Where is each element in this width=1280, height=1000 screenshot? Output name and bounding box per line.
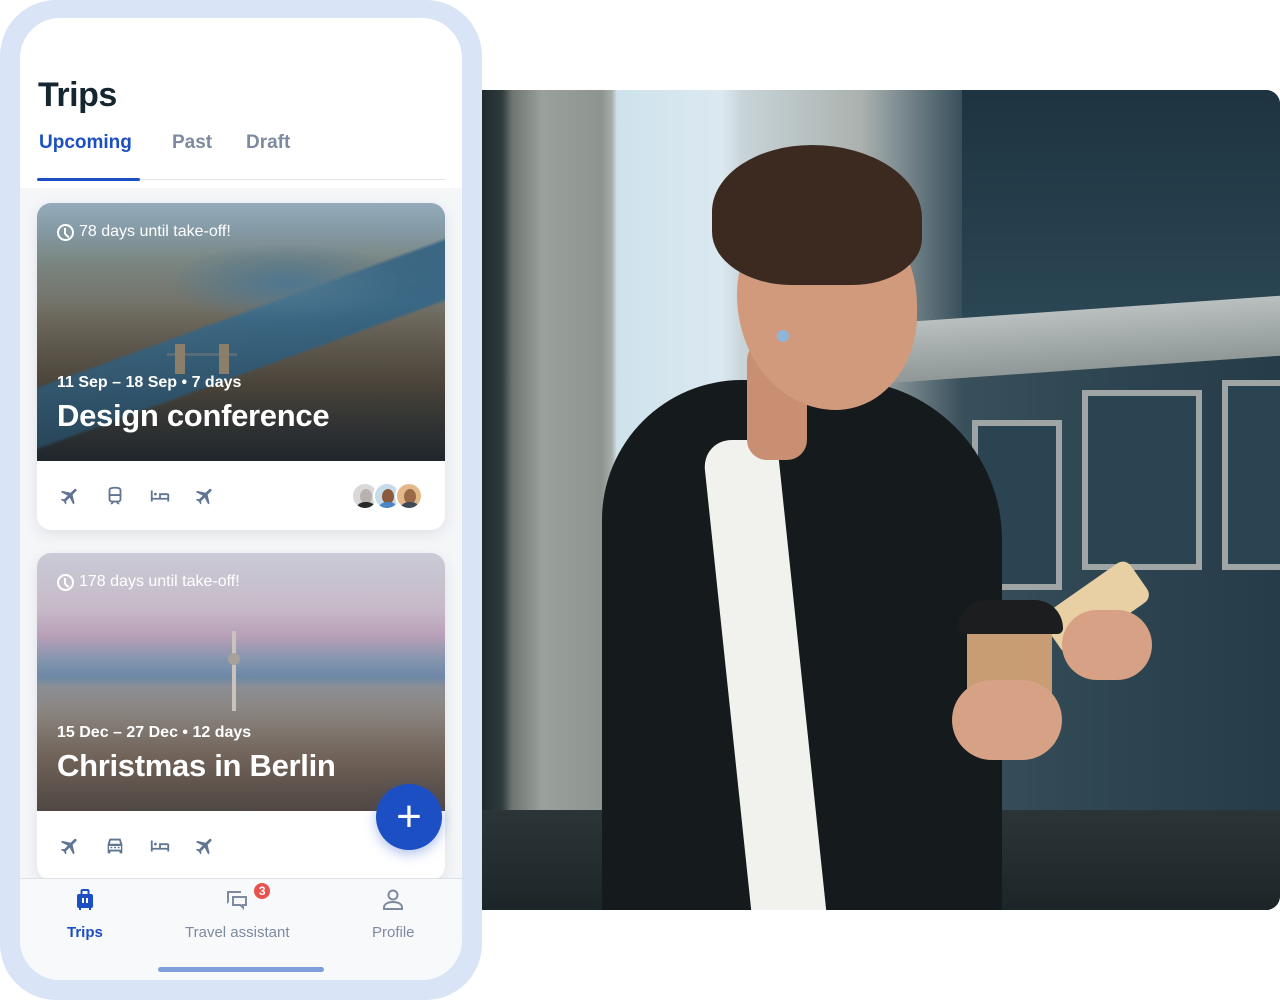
trip-name: Christmas in Berlin [57, 748, 336, 783]
notification-badge: 3 [252, 881, 273, 901]
person-hair [712, 145, 922, 285]
countdown: 78 days until take-off! [57, 223, 231, 241]
home-indicator[interactable] [158, 967, 324, 972]
nav-travel-assistant[interactable]: 3 Travel assistant [185, 881, 290, 941]
hero-photo [482, 90, 1280, 910]
nav-trips[interactable]: Trips [67, 887, 103, 941]
trip-image: 78 days until take-off! 11 Sep – 18 Sep … [37, 203, 445, 461]
plane-icon [59, 835, 81, 857]
bed-icon [149, 485, 171, 507]
nav-label: Travel assistant [185, 924, 290, 941]
nav-profile[interactable]: Profile [372, 887, 415, 941]
trip-segments [59, 835, 216, 857]
tab-upcoming[interactable]: Upcoming [39, 132, 132, 154]
bottom-navigation: Trips 3 Travel assistant Profile [20, 878, 462, 980]
trip-tabs: Upcoming Past Draft [37, 130, 445, 181]
trip-name: Design conference [57, 398, 330, 433]
trip-image: 178 days until take-off! 15 Dec – 27 Dec… [37, 553, 445, 811]
avatar [395, 482, 423, 510]
train-icon [104, 485, 126, 507]
countdown-text: 178 days until take-off! [79, 573, 240, 590]
trip-card[interactable]: 78 days until take-off! 11 Sep – 18 Sep … [37, 203, 445, 530]
car-icon [104, 835, 126, 857]
nav-label: Profile [372, 924, 415, 941]
person-hand [1062, 610, 1152, 680]
add-trip-button[interactable]: + [376, 784, 442, 850]
coffee-cup-lid [958, 600, 1063, 634]
suitcase-icon [72, 887, 98, 918]
clock-icon [57, 223, 74, 241]
tv-tower [232, 631, 236, 711]
trip-list[interactable]: 78 days until take-off! 11 Sep – 18 Sep … [20, 188, 462, 880]
active-tab-indicator [37, 178, 140, 181]
plane-icon [194, 485, 216, 507]
page-title: Trips [38, 76, 117, 114]
countdown-text: 78 days until take-off! [79, 223, 231, 240]
tab-draft[interactable]: Draft [246, 132, 290, 154]
person-earring [777, 330, 789, 342]
trip-segments [59, 485, 216, 507]
bed-icon [149, 835, 171, 857]
traveler-avatars[interactable] [351, 482, 423, 510]
person-hand [952, 680, 1062, 760]
building-window [1082, 390, 1202, 570]
app-screen: Trips Upcoming Past Draft 78 days until … [20, 18, 462, 980]
tv-tower-sphere [228, 653, 240, 665]
building-window [1222, 380, 1280, 570]
trip-dates: 11 Sep – 18 Sep • 7 days [57, 374, 242, 391]
plane-icon [194, 835, 216, 857]
person-icon [380, 887, 406, 918]
phone-frame: Trips Upcoming Past Draft 78 days until … [0, 0, 482, 1000]
tab-past[interactable]: Past [172, 132, 212, 154]
chat-icon: 3 [224, 881, 273, 918]
plane-icon [59, 485, 81, 507]
trip-dates: 15 Dec – 27 Dec • 12 days [57, 724, 252, 741]
countdown: 178 days until take-off! [57, 573, 240, 591]
trip-card-footer [37, 461, 445, 530]
nav-label: Trips [67, 924, 103, 941]
clock-icon [57, 573, 74, 591]
building-windows [962, 90, 1280, 320]
building-ledge [872, 295, 1280, 385]
